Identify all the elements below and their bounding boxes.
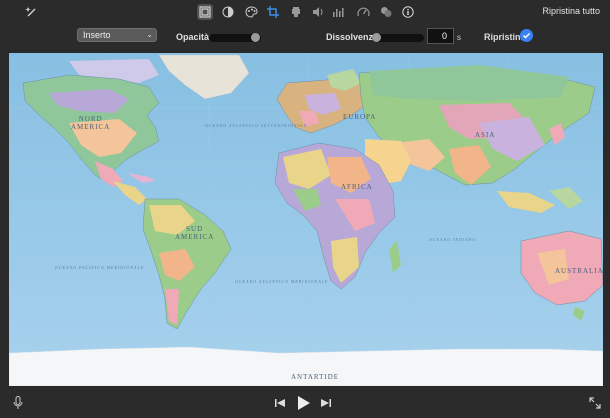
label-africa: AFRICA bbox=[341, 183, 373, 191]
playback-bar bbox=[0, 388, 610, 418]
fade-slider-knob[interactable] bbox=[372, 33, 381, 42]
reset-all-button[interactable]: Ripristina tutto bbox=[542, 6, 600, 16]
microphone-icon[interactable] bbox=[12, 396, 24, 410]
label-australia: AUSTRALIA bbox=[555, 267, 603, 275]
overlay-controls: Inserto ⌄ Opacità: Dissolvenza: 0 s Ripr… bbox=[0, 24, 610, 48]
label-asia: ASIA bbox=[475, 131, 496, 139]
opacity-label: Opacità: bbox=[176, 32, 213, 42]
label-south-pacific: OCEANO PACIFICO MERIDIONALE bbox=[55, 265, 145, 270]
label-south-america: SUD AMERICA bbox=[175, 225, 215, 241]
fade-duration-field[interactable]: 0 bbox=[427, 28, 454, 44]
fullscreen-icon[interactable] bbox=[588, 396, 602, 410]
top-toolbar: Ripristina tutto bbox=[0, 0, 610, 24]
fade-unit: s bbox=[457, 33, 461, 42]
label-north-america: NORD AMERICA bbox=[71, 115, 111, 131]
speed-icon[interactable] bbox=[355, 4, 371, 20]
info-icon[interactable] bbox=[400, 4, 416, 20]
overlay-mode-value: Inserto bbox=[83, 30, 111, 40]
world-map-image bbox=[9, 53, 603, 386]
label-europe: EUROPA bbox=[343, 113, 377, 121]
chevron-down-icon: ⌄ bbox=[146, 30, 153, 39]
label-antarctica: ANTARTIDE bbox=[291, 373, 340, 381]
label-indian-ocean: OCEANO INDIANO bbox=[429, 237, 477, 242]
play-icon[interactable] bbox=[296, 394, 312, 412]
magic-wand-icon[interactable] bbox=[24, 4, 40, 20]
noise-reduction-icon[interactable] bbox=[378, 4, 394, 20]
crop-overlay-icon[interactable] bbox=[197, 4, 213, 20]
skip-forward-icon[interactable] bbox=[320, 397, 332, 409]
equalizer-icon[interactable] bbox=[330, 4, 346, 20]
color-balance-icon[interactable] bbox=[220, 4, 236, 20]
video-viewer[interactable]: NORD AMERICA SUD AMERICA EUROPA AFRICA ASI… bbox=[9, 53, 603, 386]
crop-icon[interactable] bbox=[265, 4, 281, 20]
label-north-atlantic: OCEANO ATLANTICO SETTENTRIONALE bbox=[205, 123, 308, 128]
palette-icon[interactable] bbox=[243, 4, 259, 20]
overlay-mode-select[interactable]: Inserto ⌄ bbox=[77, 28, 157, 42]
stabilization-icon[interactable] bbox=[288, 4, 304, 20]
label-south-atlantic: OCEANO ATLANTICO MERIDIONALE bbox=[235, 279, 329, 284]
opacity-slider-knob[interactable] bbox=[251, 33, 260, 42]
checkmark-icon[interactable] bbox=[520, 29, 533, 42]
skip-back-icon[interactable] bbox=[274, 397, 286, 409]
volume-icon[interactable] bbox=[310, 4, 326, 20]
